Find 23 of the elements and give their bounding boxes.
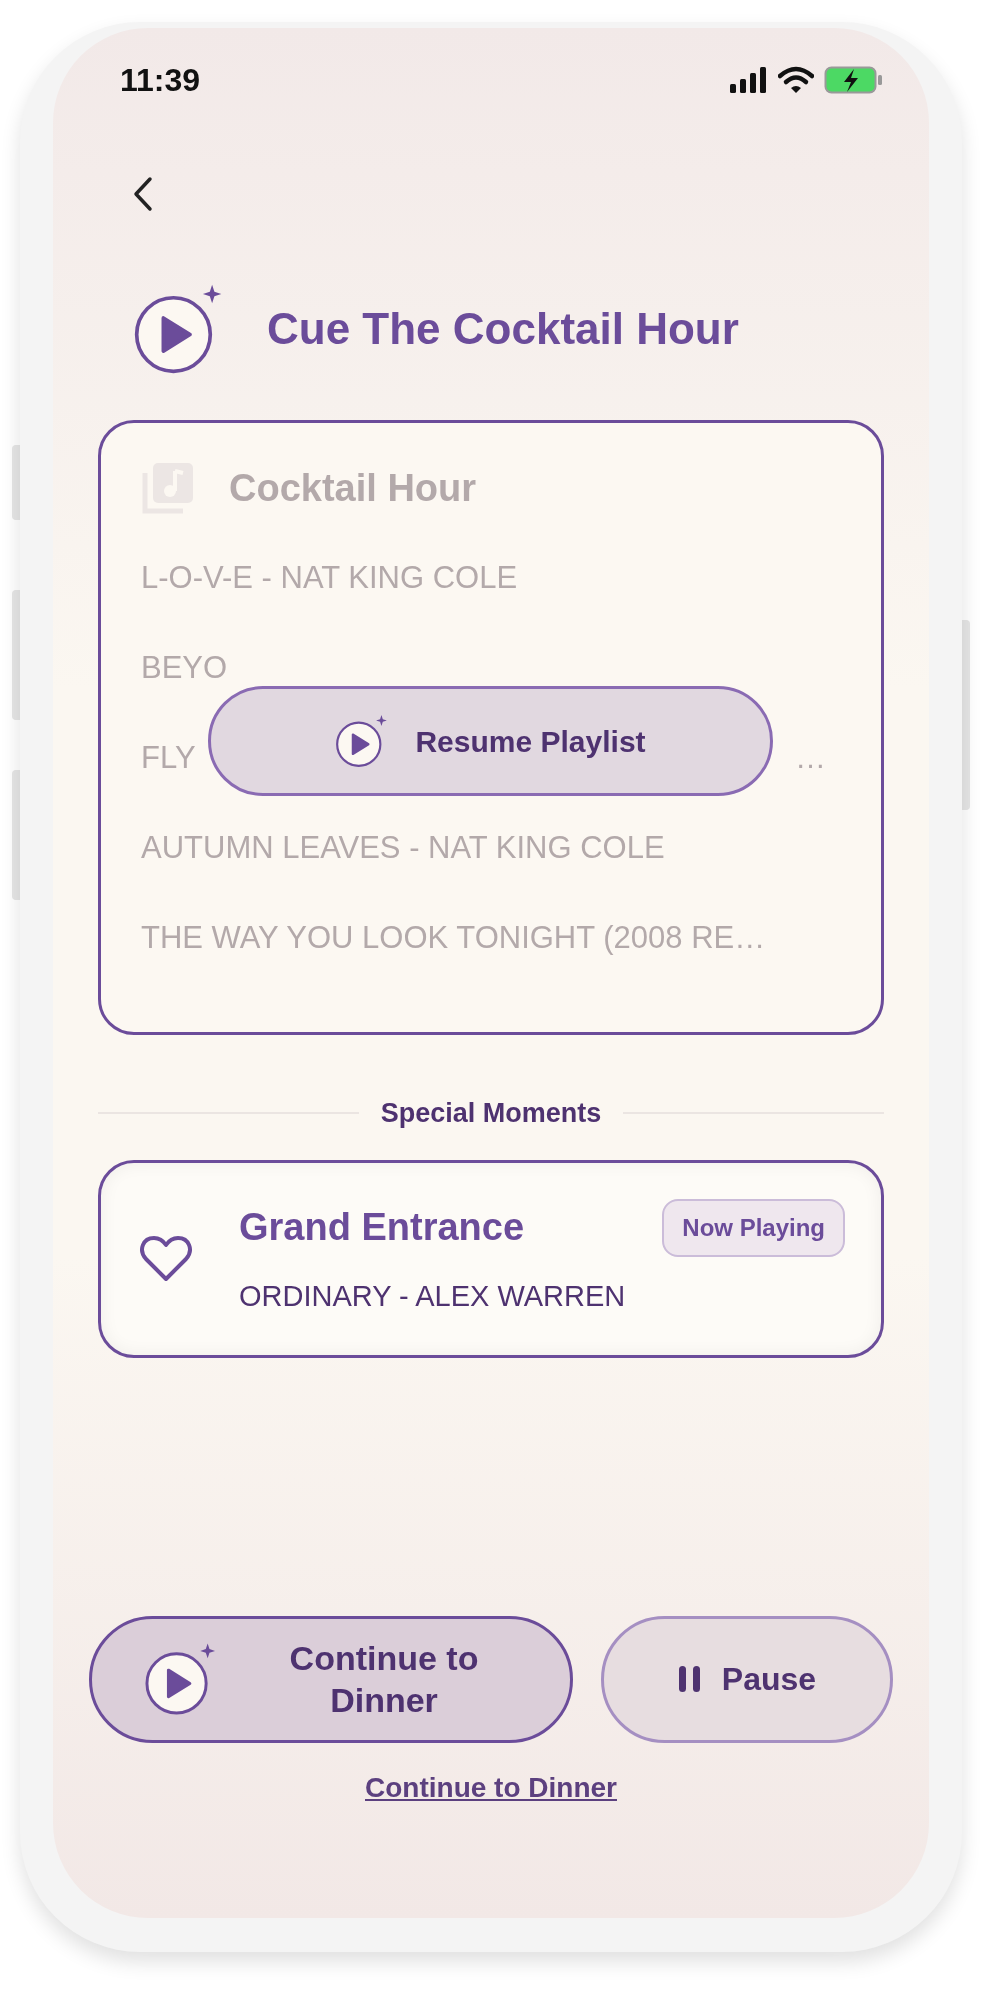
heart-icon xyxy=(139,1234,193,1283)
track-title: AUTUMN LEAVES - NAT KING COLE xyxy=(141,828,665,867)
section-heading: Special Moments xyxy=(380,1097,602,1130)
battery-icon xyxy=(824,66,884,94)
page-title: Cue The Cocktail Hour xyxy=(267,303,739,355)
track-title: … xyxy=(795,738,826,777)
track-title: THE WAY YOU LOOK TONIGHT (2008 RE… xyxy=(141,918,766,957)
playlist-title: Cocktail Hour xyxy=(229,465,477,511)
wifi-icon xyxy=(778,66,814,94)
pause-icon xyxy=(677,1665,702,1693)
pause-button[interactable]: Pause xyxy=(601,1615,893,1743)
moment-title: Grand Entrance xyxy=(239,1205,525,1251)
signal-icon xyxy=(730,67,768,93)
track-title: L-O-V-E - NAT KING COLE xyxy=(141,558,518,597)
track-title: BEYO xyxy=(141,648,228,687)
track-title: FLY xyxy=(141,738,196,777)
resume-playlist-button[interactable]: Resume Playlist xyxy=(208,686,773,796)
now-playing-badge: Now Playing xyxy=(662,1198,845,1257)
play-icon xyxy=(335,714,390,768)
moment-song: ORDINARY - ALEX WARREN xyxy=(239,1278,627,1314)
continue-link[interactable]: Continue to Dinner xyxy=(365,1766,617,1809)
status-time: 11:39 xyxy=(120,61,201,100)
continue-button[interactable]: Continue to Dinner xyxy=(89,1615,573,1743)
